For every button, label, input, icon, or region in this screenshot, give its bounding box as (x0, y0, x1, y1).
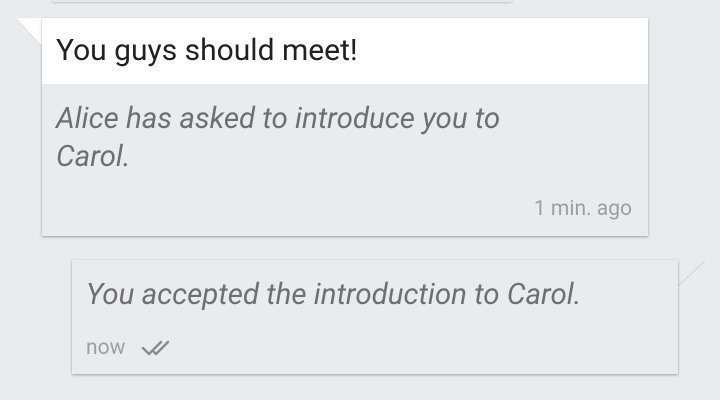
message-timestamp: 1 min. ago (533, 197, 632, 221)
introduction-request-message[interactable]: You guys should meet! Alice has asked to… (42, 18, 648, 236)
introduction-accepted-message[interactable]: You accepted the introduction to Carol. … (72, 260, 678, 374)
message-body: Alice has asked to introduce you to Caro… (42, 84, 648, 176)
previous-message-bubble (52, 0, 512, 2)
message-header: You guys should meet! (42, 18, 648, 84)
outgoing-bubble-tail (677, 260, 705, 286)
conversation-view: You guys should meet! Alice has asked to… (0, 0, 720, 400)
message-title: You guys should meet! (56, 33, 358, 68)
message-text: You accepted the introduction to Carol. (86, 278, 582, 312)
incoming-bubble-tail (16, 18, 42, 46)
message-text: Alice has asked to introduce you to Caro… (56, 102, 501, 174)
double-check-icon (141, 337, 173, 359)
message-timestamp: now (86, 336, 126, 360)
message-meta: now (86, 336, 173, 360)
